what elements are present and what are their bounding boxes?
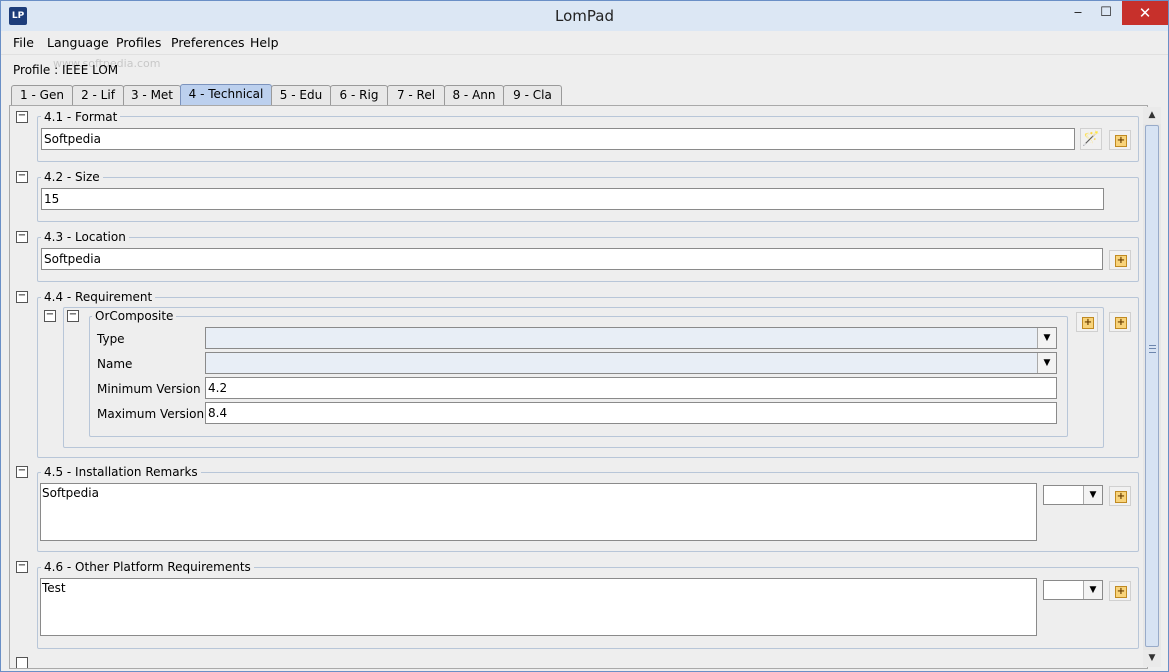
other-label: 4.6 - Other Platform Requirements [41, 560, 254, 574]
other-textarea[interactable]: Test [40, 578, 1037, 636]
format-label: 4.1 - Format [41, 110, 121, 124]
tab-relation[interactable]: 7 - Rel [387, 85, 445, 105]
name-select[interactable]: ▼ [205, 352, 1057, 374]
tab-metadata[interactable]: 3 - Met [123, 85, 181, 105]
menu-language[interactable]: Language [47, 35, 109, 50]
orcomposite-label: OrComposite [92, 309, 177, 323]
remarks-language-select[interactable]: ▼ [1043, 485, 1103, 505]
close-button[interactable]: ✕ [1122, 1, 1168, 25]
maximum-version-label: Maximum Version [97, 407, 205, 421]
chevron-down-icon[interactable]: ▼ [1083, 486, 1102, 504]
remarks-label: 4.5 - Installation Remarks [41, 465, 201, 479]
tab-technical[interactable]: 4 - Technical [180, 84, 272, 106]
vertical-scrollbar[interactable]: ▲ ▼ [1143, 107, 1161, 667]
scroll-thumb[interactable] [1145, 125, 1159, 647]
collapse-other-button[interactable]: − [16, 561, 28, 573]
title-bar: LP LomPad ‒ ☐ ✕ [1, 1, 1168, 31]
tab-educational[interactable]: 5 - Edu [271, 85, 331, 105]
remarks-textarea[interactable]: Softpedia [40, 483, 1037, 541]
collapse-orcomposite-button[interactable]: − [67, 310, 79, 322]
add-icon: + [1115, 317, 1127, 329]
menu-file[interactable]: File [13, 35, 34, 50]
add-icon: + [1115, 491, 1127, 503]
maximize-button[interactable]: ☐ [1089, 1, 1123, 25]
name-label: Name [97, 357, 133, 371]
window-title: LomPad [555, 7, 614, 25]
size-label: 4.2 - Size [41, 170, 103, 184]
tab-general[interactable]: 1 - Gen [11, 85, 73, 105]
format-input[interactable]: Softpedia [41, 128, 1075, 150]
app-window: LP LomPad ‒ ☐ ✕ File Language Profiles P… [0, 0, 1169, 672]
tab-annotation[interactable]: 8 - Ann [444, 85, 504, 105]
collapse-size-button[interactable]: − [16, 171, 28, 183]
menu-help[interactable]: Help [250, 35, 279, 50]
tab-classification[interactable]: 9 - Cla [503, 85, 562, 105]
add-requirement-button[interactable]: + [1109, 312, 1131, 332]
technical-panel: − 4.1 - Format Softpedia 🪄 + − 4.2 - Siz… [9, 105, 1148, 669]
chevron-down-icon[interactable]: ▼ [1037, 328, 1056, 348]
type-label: Type [97, 332, 125, 346]
collapse-requirement-button[interactable]: − [16, 291, 28, 303]
chevron-down-icon[interactable]: ▼ [1037, 353, 1056, 373]
add-icon: + [1082, 317, 1094, 329]
add-icon: + [1115, 135, 1127, 147]
collapse-requirement-item-button[interactable]: − [44, 310, 56, 322]
add-icon: + [1115, 586, 1127, 598]
menu-profiles[interactable]: Profiles [116, 35, 161, 50]
add-orcomposite-button[interactable]: + [1076, 312, 1098, 332]
size-input[interactable]: 15 [41, 188, 1104, 210]
requirement-label: 4.4 - Requirement [41, 290, 156, 304]
chevron-down-icon[interactable]: ▼ [1083, 581, 1102, 599]
scroll-down-icon[interactable]: ▼ [1143, 650, 1161, 667]
menu-bar: File Language Profiles Preferences Help [1, 31, 1168, 55]
add-icon: + [1115, 255, 1127, 267]
collapse-location-button[interactable]: − [16, 231, 28, 243]
profile-label: Profile : IEEE LOM [13, 63, 119, 77]
location-input[interactable]: Softpedia [41, 248, 1103, 270]
add-remarks-button[interactable]: + [1109, 486, 1131, 506]
collapse-next-button[interactable] [16, 657, 28, 668]
tab-rights[interactable]: 6 - Rig [330, 85, 388, 105]
collapse-remarks-button[interactable]: − [16, 466, 28, 478]
type-select[interactable]: ▼ [205, 327, 1057, 349]
menu-preferences[interactable]: Preferences [171, 35, 245, 50]
grip-icon [1149, 345, 1156, 353]
location-label: 4.3 - Location [41, 230, 129, 244]
scroll-up-icon[interactable]: ▲ [1143, 107, 1161, 124]
wand-icon[interactable]: 🪄 [1080, 128, 1102, 150]
add-format-button[interactable]: + [1109, 130, 1131, 150]
minimum-version-label: Minimum Version [97, 382, 201, 396]
add-other-button[interactable]: + [1109, 581, 1131, 601]
tab-lifecycle[interactable]: 2 - Lif [72, 85, 124, 105]
add-location-button[interactable]: + [1109, 250, 1131, 270]
collapse-format-button[interactable]: − [16, 111, 28, 123]
other-language-select[interactable]: ▼ [1043, 580, 1103, 600]
maximum-version-input[interactable]: 8.4 [205, 402, 1057, 424]
minimum-version-input[interactable]: 4.2 [205, 377, 1057, 399]
